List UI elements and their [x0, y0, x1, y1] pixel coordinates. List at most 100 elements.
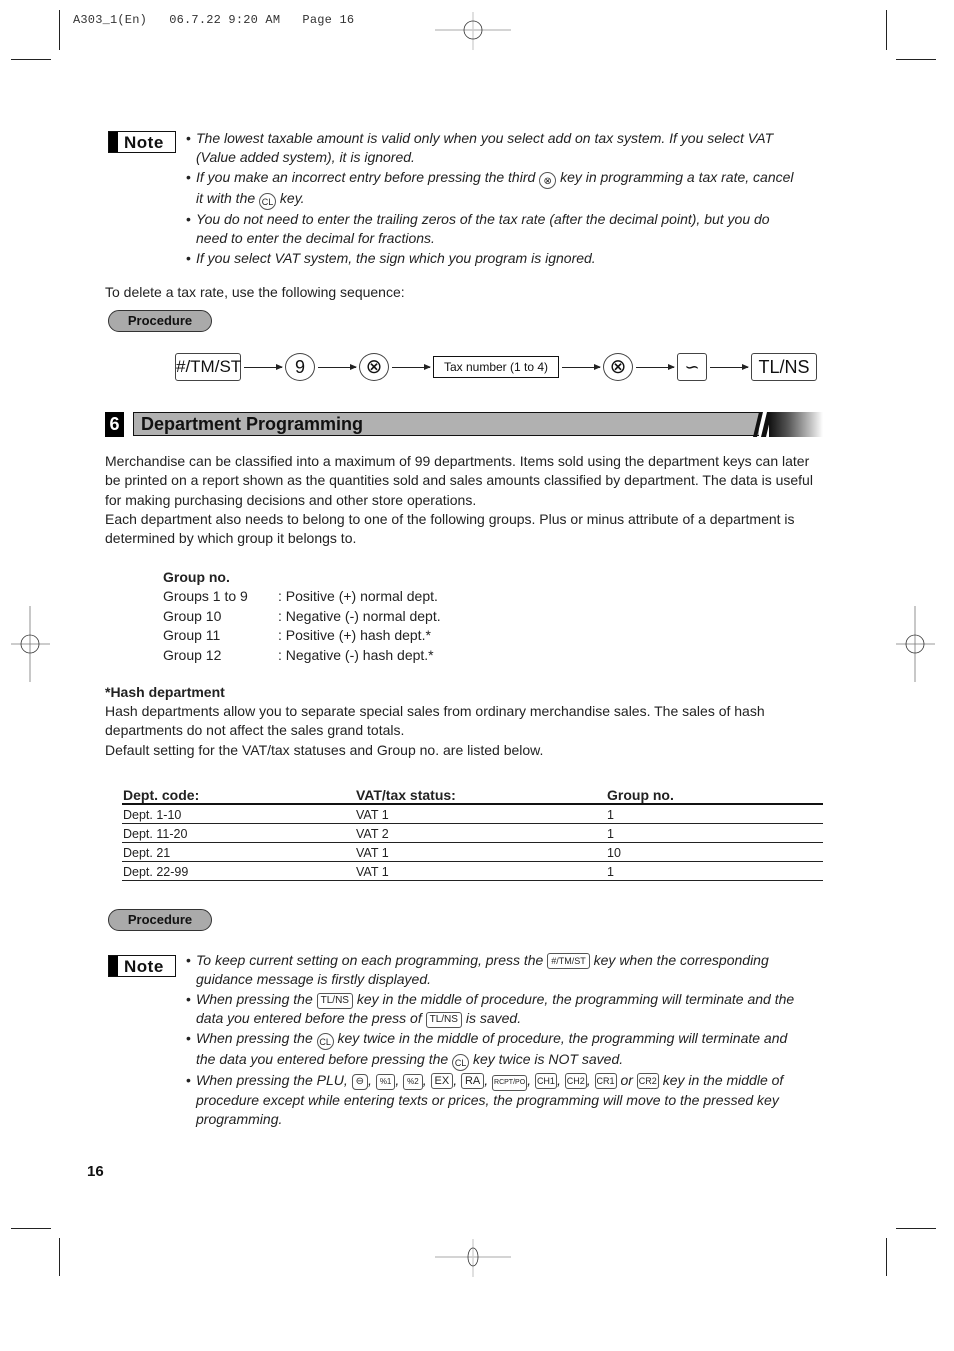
hash-text: Hash departments allow you to separate s… — [105, 703, 765, 739]
note-item: If you make an incorrect entry before pr… — [186, 168, 826, 210]
intro-paragraph: Each department also needs to belong to … — [105, 511, 795, 547]
note-badge-label: Note — [124, 957, 164, 976]
note-text: You do not need to enter the trailing ze… — [196, 210, 770, 227]
note-item: To keep current setting on each programm… — [186, 951, 836, 990]
note-text: When pressing the — [196, 990, 313, 1007]
crop-mark — [11, 59, 51, 60]
crop-mark — [11, 1228, 51, 1229]
key-sequence: #/TM/ST 9 ⊗ Tax number (1 to 4) ⊗ ∽ TL/N… — [175, 353, 817, 381]
note-text: or — [620, 1071, 633, 1088]
note-text: If you select VAT system, the sign which… — [196, 249, 596, 266]
percent1-key-icon: %1 — [375, 1073, 396, 1090]
cell: VAT 1 — [355, 861, 606, 881]
group-list: Group no. Groups 1 to 9 : Positive (+) no… — [163, 568, 441, 665]
column-header: VAT/tax status: — [355, 786, 606, 805]
minus-key-icon: ⊖ — [351, 1073, 369, 1090]
section-header-gradient — [769, 412, 823, 437]
note-text: When pressing the PLU, — [196, 1071, 348, 1088]
note-text: is saved. — [465, 1010, 522, 1027]
void-key: ∽ — [677, 353, 707, 381]
note-text: procedure except while entering texts or… — [196, 1091, 779, 1108]
note-text: To keep current setting on each programm… — [196, 952, 544, 968]
note-badge-bar — [109, 956, 118, 976]
delete-intro: To delete a tax rate, use the following … — [105, 284, 405, 300]
group-desc: : Positive (+) hash dept.* — [278, 627, 431, 644]
table-row: Dept. 22-99 VAT 11 — [122, 861, 823, 881]
note-text: data you entered before the press of — [196, 1010, 422, 1027]
cl-key-icon: CL — [452, 1053, 470, 1071]
group-desc: : Negative (-) normal dept. — [278, 607, 441, 624]
print-slug: A303_1(En) 06.7.22 9:20 AM Page 16 — [73, 13, 355, 27]
cl-key-icon: CL — [316, 1032, 334, 1050]
note-text: key when the corresponding — [593, 952, 769, 968]
cell: 1 — [606, 823, 823, 843]
group-row: Groups 1 to 9 : Positive (+) normal dept. — [163, 587, 441, 606]
note-text: key twice in the middle of procedure, th… — [337, 1029, 788, 1046]
column-header: Group no. — [606, 786, 823, 805]
note-text: The lowest taxable amount is valid only … — [196, 130, 774, 146]
registration-mark-icon — [896, 606, 935, 682]
group-name: Group 11 — [163, 627, 221, 644]
cr1-key-icon: CR1 — [594, 1072, 617, 1089]
section-header: Department Programming — [133, 412, 823, 437]
intro-paragraph: Merchandise can be classified into a max… — [105, 453, 813, 508]
cell: Dept. 1-10 — [122, 804, 355, 824]
page-number: 16 — [87, 1163, 104, 1180]
note-text: key. — [279, 189, 305, 206]
arrow-icon — [318, 363, 357, 370]
procedure-badge: Procedure — [108, 310, 212, 332]
group-desc: : Positive (+) normal dept. — [278, 588, 438, 605]
note-item: The lowest taxable amount is valid only … — [186, 129, 826, 168]
ch2-key-icon: CH2 — [564, 1072, 587, 1089]
note-badge-bar — [109, 132, 118, 152]
group-row: Group 11 : Positive (+) hash dept.* — [163, 626, 441, 645]
group-desc: : Negative (-) hash dept.* — [278, 646, 434, 663]
multiply-key-icon: ⊗ — [539, 171, 557, 189]
tl-ns-key-icon: TL/NS — [316, 992, 353, 1009]
tl-ns-key: TL/NS — [751, 353, 817, 381]
cr2-key-icon: CR2 — [636, 1072, 659, 1089]
note-badge-label: Note — [124, 133, 164, 152]
cell: 1 — [606, 804, 823, 824]
cell: Dept. 21 — [122, 842, 355, 862]
dept-defaults-table: Dept. code: VAT/tax status: Group no. De… — [122, 786, 823, 881]
procedure-badge: Procedure — [108, 909, 212, 931]
note-text: the data you entered before pressing the — [196, 1050, 449, 1067]
note-item: When pressing the CL key twice in the mi… — [186, 1029, 836, 1071]
section-title: Department Programming — [141, 414, 364, 434]
arrow-icon — [710, 363, 749, 370]
nine-key: 9 — [285, 353, 315, 381]
note-item: You do not need to enter the trailing ze… — [186, 210, 826, 249]
hash-heading: *Hash department — [105, 684, 225, 700]
column-header: Dept. code: — [122, 786, 355, 805]
registration-mark-icon — [11, 606, 50, 682]
tm-st-key: #/TM/ST — [175, 353, 241, 381]
note-text: key in the middle of — [662, 1071, 784, 1088]
crop-mark — [886, 10, 887, 50]
note-text: (Value added system), it is ignored. — [196, 149, 415, 166]
note-text: need to enter the decimal for fractions. — [196, 230, 435, 247]
group-name: Group 10 — [163, 607, 222, 624]
cell: 1 — [606, 861, 823, 881]
table-row: Dept. 1-10 VAT 11 — [122, 804, 823, 824]
table-row: Dept. 11-20 VAT 21 — [122, 823, 823, 843]
ex-key-icon: EX — [430, 1072, 454, 1089]
group-heading: Group no. — [163, 569, 230, 585]
group-name: Groups 1 to 9 — [163, 588, 248, 605]
rcpt-po-key-icon: RCPT/PO — [492, 1074, 528, 1091]
group-row: Group 10 : Negative (-) normal dept. — [163, 607, 441, 626]
registration-mark-icon — [435, 1239, 511, 1277]
note-badge: Note — [108, 131, 176, 153]
arrow-icon — [244, 363, 283, 370]
multiply-key: ⊗ — [603, 353, 633, 381]
tax-number-box: Tax number (1 to 4) — [433, 356, 559, 378]
tm-st-key-icon: #/TM/ST — [547, 953, 590, 969]
crop-mark — [896, 1228, 936, 1229]
note-list: To keep current setting on each programm… — [186, 951, 836, 1129]
note-text: it with the — [196, 189, 256, 206]
cell: VAT 2 — [355, 823, 606, 843]
ra-key-icon: RA — [460, 1072, 485, 1089]
cell: Dept. 22-99 — [122, 861, 355, 881]
section-number: 6 — [105, 412, 124, 437]
note-item: When pressing the PLU, ⊖, %1, %2, EX, RA… — [186, 1071, 836, 1130]
